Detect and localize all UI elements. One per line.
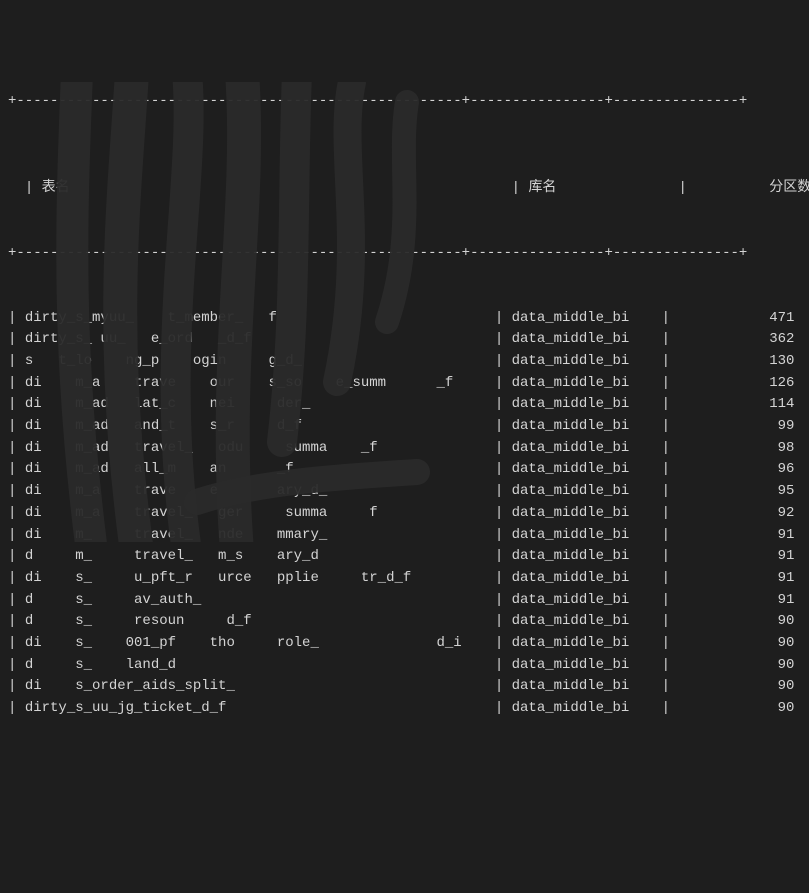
cell-db: data_middle_bi — [512, 611, 662, 633]
cell-name: s t_lo ng_p ogin g_d_ — [25, 351, 495, 373]
cell-name: di s_ 001_pf tho role_ d_i — [25, 633, 495, 655]
cell-name: dirty_s_ uu_ e_ord _d_f — [25, 329, 495, 351]
cell-db: data_middle_bi — [512, 590, 662, 612]
table-border-top: +---------------------------------------… — [8, 91, 801, 113]
cell-name: di s_order_aids_split_ — [25, 676, 495, 698]
header-partitions: 分区数 — [695, 178, 809, 200]
cell-db: data_middle_bi — [512, 459, 662, 481]
cell-db: data_middle_bi — [512, 308, 662, 330]
cell-db: data_middle_bi — [512, 329, 662, 351]
table-row: | di m_ad travel_ odu summa _f| data_mid… — [8, 438, 801, 460]
cell-partitions: 126 — [678, 373, 798, 395]
cell-partitions: 90 — [678, 655, 798, 677]
table-row: | dirty_s_ uu_ e_ord _d_f| data_middle_b… — [8, 329, 801, 351]
header-db: 库名 — [528, 178, 678, 200]
table-row: | d s_ land_d| data_middle_bi| 90 | — [8, 655, 801, 677]
cell-db: data_middle_bi — [512, 698, 662, 720]
cell-db: data_middle_bi — [512, 394, 662, 416]
cell-db: data_middle_bi — [512, 481, 662, 503]
table-row: | di s_order_aids_split_| data_middle_bi… — [8, 676, 801, 698]
table-row: | di m_a trave our s_so e_summ _f| data_… — [8, 373, 801, 395]
table-row: | dirty_s_uu_jg_ticket_d_f| data_middle_… — [8, 698, 801, 720]
cell-partitions: 91 — [678, 590, 798, 612]
cell-partitions: 362 — [678, 329, 798, 351]
table-row: | di s_ u_pft_r urce pplie tr_d_f| data_… — [8, 568, 801, 590]
cell-partitions: 98 — [678, 438, 798, 460]
cell-partitions: 91 — [678, 568, 798, 590]
cell-db: data_middle_bi — [512, 416, 662, 438]
table-row: | d m_ travel_ m_s ary_d| data_middle_bi… — [8, 546, 801, 568]
table-row: | dirty_s_myuu_ t_member_ f| data_middle… — [8, 308, 801, 330]
cell-name: d m_ travel_ m_s ary_d — [25, 546, 495, 568]
cell-partitions: 90 — [678, 611, 798, 633]
table-row: | s t_lo ng_p ogin g_d_| data_middle_bi|… — [8, 351, 801, 373]
cell-db: data_middle_bi — [512, 676, 662, 698]
cell-partitions: 99 — [678, 416, 798, 438]
cell-name: di m_a trave e_s ary_d_ — [25, 481, 495, 503]
cell-partitions: 90 — [678, 633, 798, 655]
cell-name: dirty_s_myuu_ t_member_ f — [25, 308, 495, 330]
cell-name: d s_ resoun d_f — [25, 611, 495, 633]
cell-name: dirty_s_uu_jg_ticket_d_f — [25, 698, 495, 720]
table-row: | d s_ resoun d_f| data_middle_bi| 90 | — [8, 611, 801, 633]
cell-db: data_middle_bi — [512, 503, 662, 525]
cell-partitions: 91 — [678, 546, 798, 568]
cell-partitions: 90 — [678, 676, 798, 698]
cell-name: di m_ travel_ nde mmary_ — [25, 525, 495, 547]
cell-db: data_middle_bi — [512, 373, 662, 395]
cell-name: di m_a travel_ ger summa f — [25, 503, 495, 525]
cell-partitions: 114 — [678, 394, 798, 416]
table-row: | di m_a travel_ ger summa f| data_middl… — [8, 503, 801, 525]
table-row: | di m_ad lat_c nei der_| data_middle_bi… — [8, 394, 801, 416]
table-row: | di s_ 001_pf tho role_ d_i| data_middl… — [8, 633, 801, 655]
cell-db: data_middle_bi — [512, 655, 662, 677]
cell-db: data_middle_bi — [512, 525, 662, 547]
cell-name: di m_a trave our s_so e_summ _f — [25, 373, 495, 395]
cell-name: di m_ad and_t s_r d_f — [25, 416, 495, 438]
table-row: | di m_ad all_m an _f| data_middle_bi| 9… — [8, 459, 801, 481]
table-row: | di m_ travel_ nde mmary_| data_middle_… — [8, 525, 801, 547]
table-row: | di m_ad and_t s_r d_f| data_middle_bi|… — [8, 416, 801, 438]
cell-partitions: 91 — [678, 525, 798, 547]
cell-name: di s_ u_pft_r urce pplie tr_d_f — [25, 568, 495, 590]
cell-db: data_middle_bi — [512, 546, 662, 568]
cell-name: di m_ad travel_ odu summa _f — [25, 438, 495, 460]
table-header-row: | 表名| 库名| 分区数 | — [8, 156, 801, 199]
cell-partitions: 96 — [678, 459, 798, 481]
cell-partitions: 92 — [678, 503, 798, 525]
cell-db: data_middle_bi — [512, 568, 662, 590]
cell-partitions: 95 — [678, 481, 798, 503]
cell-name: di m_ad lat_c nei der_ — [25, 394, 495, 416]
cell-db: data_middle_bi — [512, 351, 662, 373]
cell-partitions: 130 — [678, 351, 798, 373]
cell-name: d s_ av_auth_ — [25, 590, 495, 612]
cell-name: d s_ land_d — [25, 655, 495, 677]
cell-db: data_middle_bi — [512, 438, 662, 460]
cell-partitions: 90 — [678, 698, 798, 720]
table-border-mid: +---------------------------------------… — [8, 243, 801, 265]
cell-partitions: 471 — [678, 308, 798, 330]
header-name: 表名 — [42, 178, 512, 200]
cell-name: di m_ad all_m an _f — [25, 459, 495, 481]
cell-db: data_middle_bi — [512, 633, 662, 655]
table-row: | d s_ av_auth_| data_middle_bi| 91 | — [8, 590, 801, 612]
table-row: | di m_a trave e_s ary_d_| data_middle_b… — [8, 481, 801, 503]
